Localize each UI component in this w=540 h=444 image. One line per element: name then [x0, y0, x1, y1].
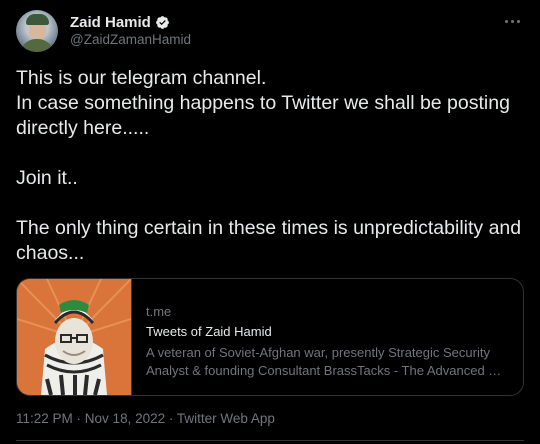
- tweet-date: Nov 18, 2022: [84, 411, 166, 426]
- author-handle[interactable]: @ZaidZamanHamid: [70, 32, 191, 47]
- tweet-timestamp-link[interactable]: 11:22 PM · Nov 18, 2022: [16, 411, 165, 426]
- link-card-description: A veteran of Soviet-Afghan war, presentl…: [146, 344, 508, 380]
- author-display-name[interactable]: Zaid Hamid: [70, 14, 151, 31]
- tweet-text: This is our telegram channel. In case so…: [16, 67, 522, 264]
- avatar-shoulders: [20, 39, 54, 52]
- link-card-description-line: A veteran of Soviet-Afghan war, presentl…: [146, 345, 490, 360]
- tweet-time: 11:22 PM: [16, 411, 73, 426]
- tweet[interactable]: Zaid Hamid @ZaidZamanHamid This is our t…: [0, 0, 540, 444]
- verified-badge-icon: [155, 16, 169, 29]
- avatar-cap: [26, 14, 49, 25]
- author-avatar[interactable]: [16, 10, 58, 52]
- more-dot: [516, 19, 520, 23]
- more-dot: [504, 19, 508, 23]
- link-card-body: t.me Tweets of Zaid Hamid A veteran of S…: [132, 279, 522, 395]
- thumbnail-illustration: [17, 279, 131, 395]
- meta-separator: ·: [165, 411, 177, 426]
- tweet-source-link[interactable]: Twitter Web App: [177, 411, 275, 426]
- author-name-row: Zaid Hamid: [70, 14, 170, 31]
- more-dot: [510, 19, 514, 23]
- link-card-domain: t.me: [146, 304, 172, 319]
- more-options-icon[interactable]: [500, 12, 524, 30]
- link-card-thumbnail: [17, 279, 132, 395]
- meta-separator: ·: [72, 411, 85, 426]
- link-card-description-line: Analyst & founding Consultant BrassTacks…: [146, 363, 502, 378]
- tweet-meta: 11:22 PM · Nov 18, 2022 · Twitter Web Ap…: [16, 411, 275, 426]
- link-card-title: Tweets of Zaid Hamid: [146, 324, 272, 339]
- link-card[interactable]: t.me Tweets of Zaid Hamid A veteran of S…: [16, 278, 524, 396]
- divider: [16, 440, 524, 441]
